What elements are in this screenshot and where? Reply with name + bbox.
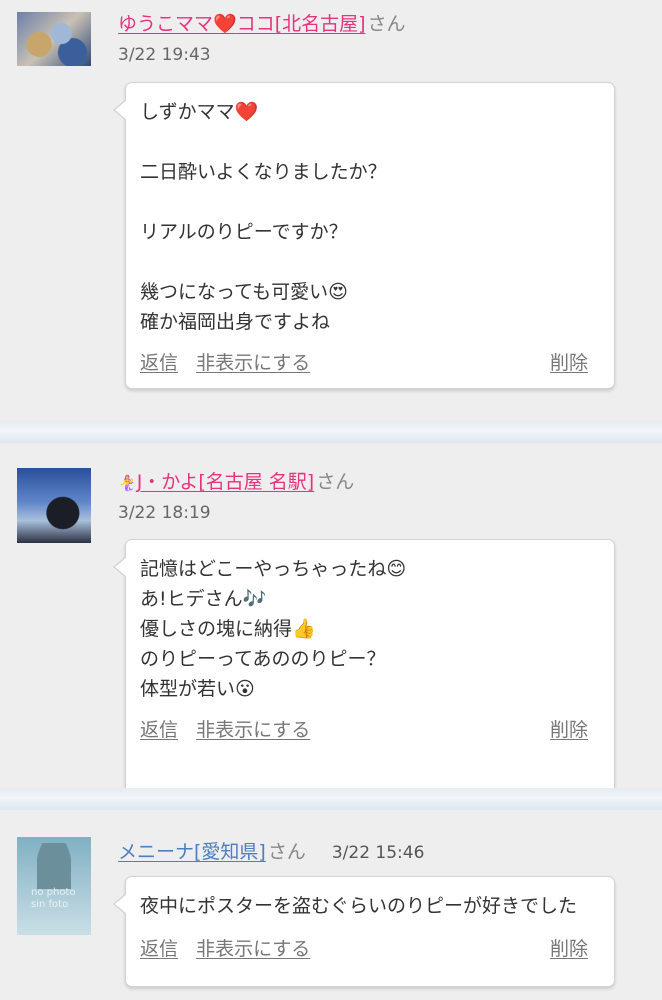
comment-author: ゆうこママ❤️ココ[北名古屋] さん [118,12,406,36]
avatar[interactable] [17,468,91,543]
reply-link[interactable]: 返信 [140,938,178,960]
user-name-link[interactable]: メニーナ[愛知県] [118,841,266,863]
comment-author: 🧜‍♀️J・かよ[名古屋 名駅] さん [118,470,354,495]
comment-bubble: 夜中にポスターを盗むぐらいのりピーが好きでした 返信 非表示にする 削除 [113,876,615,987]
comment-item: no photo sin foto メニーナ[愛知県] さん 3/22 15:46 … [0,810,662,1000]
avatar[interactable]: no photo sin foto [17,837,91,935]
hide-link[interactable]: 非表示にする [196,352,310,374]
comment-bubble: 記憶はどこーやっちゃったね😊 あ!ヒデさん🎶 優しさの塊に納得👍 のりピーってあ… [113,539,615,796]
hide-link[interactable]: 非表示にする [196,719,310,741]
comment-time: 3/22 15:46 [331,843,425,863]
no-photo-label: no photo sin foto [31,887,76,910]
hide-link[interactable]: 非表示にする [196,938,310,960]
section-divider [0,788,662,810]
avatar[interactable] [17,12,91,66]
comment-author: メニーナ[愛知県] さん 3/22 15:46 [118,840,424,865]
honorific: さん [367,13,406,35]
comment-time: 3/22 19:43 [118,45,211,65]
comment-message: 夜中にポスターを盗むぐらいのりピーが好きでした [140,895,578,917]
delete-link[interactable]: 削除 [550,348,588,375]
mermaid-icon: 🧜‍♀️ [118,474,137,492]
honorific: さん [316,471,355,493]
reply-link[interactable]: 返信 [140,719,178,741]
comment-actions: 返信 非表示にする 削除 [140,348,588,375]
delete-link[interactable]: 削除 [550,934,588,961]
comment-bubble: しずかママ❤️ 二日酔いよくなりましたか？ リアルのりピーですか？ 幾つになって… [113,82,615,389]
delete-link[interactable]: 削除 [550,715,588,742]
section-divider [0,421,662,443]
reply-link[interactable]: 返信 [140,352,178,374]
heart-icon: ❤️ [213,13,237,35]
honorific: さん [267,841,306,863]
comment-message: しずかママ❤️ 二日酔いよくなりましたか？ リアルのりピーですか？ 幾つになって… [140,101,387,333]
person-silhouette-icon [37,843,71,889]
comment-item: ゆうこママ❤️ココ[北名古屋] さん 3/22 19:43 しずかママ❤️ 二日酔… [0,0,662,420]
comment-actions: 返信 非表示にする 削除 [140,715,588,742]
user-name-link[interactable]: J・かよ[名古屋 名駅] [137,471,315,493]
user-name-link[interactable]: ゆうこママ❤️ココ[北名古屋] [118,13,366,35]
comment-item: 🧜‍♀️J・かよ[名古屋 名駅] さん 3/22 18:19 記憶はどこーやっちゃ… [0,443,662,796]
comment-actions: 返信 非表示にする 削除 [140,934,588,961]
comment-message: 記憶はどこーやっちゃったね😊 あ!ヒデさん🎶 優しさの塊に納得👍 のりピーってあ… [140,558,407,700]
comment-time: 3/22 18:19 [118,503,211,523]
